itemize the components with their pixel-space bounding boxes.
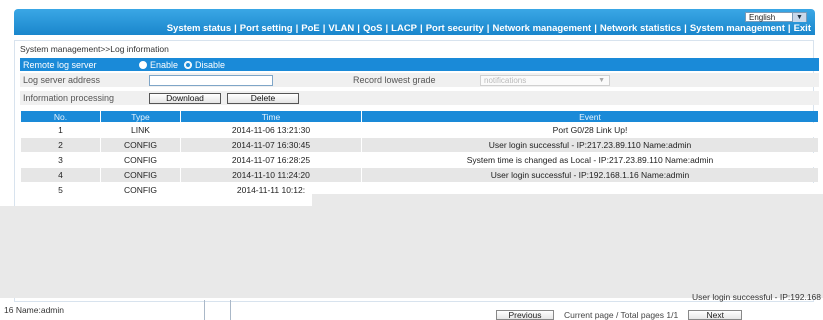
table-row: 3 CONFIG 2014-11-07 16:28:25 System time… <box>21 153 818 167</box>
cell-no: 2 <box>21 138 100 152</box>
language-select[interactable]: English ▼ <box>745 12 807 22</box>
nav-port-security[interactable]: Port security <box>426 23 484 34</box>
delete-button[interactable]: Delete <box>227 92 299 104</box>
cell-no: 5 <box>21 183 100 197</box>
remote-log-row: Remote log server Enable Disable <box>20 58 819 71</box>
nav-port-setting[interactable]: Port setting <box>240 23 293 34</box>
log-table: No. Type Time Event 1 LINK 2014-11-06 13… <box>20 110 819 198</box>
header-type: Type <box>101 111 180 122</box>
cell-no: 4 <box>21 168 100 182</box>
table-row: 4 CONFIG 2014-11-10 11:24:20 User login … <box>21 168 818 182</box>
cell-time: 2014-11-07 16:30:45 <box>181 138 361 152</box>
cell-type: CONFIG <box>101 168 180 182</box>
chevron-down-icon[interactable]: ▼ <box>792 13 806 22</box>
nav-vlan[interactable]: VLAN <box>328 23 354 34</box>
nav-network-statistics[interactable]: Network statistics <box>600 23 681 34</box>
table-row: 1 LINK 2014-11-06 13:21:30 Port G0/28 Li… <box>21 123 818 137</box>
top-header: English ▼ System status | Port setting | PoE… <box>14 9 815 35</box>
cell-no: 3 <box>21 153 100 167</box>
cell-event: User login successful - IP:217.23.89.110… <box>362 138 818 152</box>
header-event: Event <box>362 111 818 122</box>
nav-qos[interactable]: QoS <box>363 23 383 34</box>
breadcrumb: System management>>Log information <box>20 44 169 54</box>
enable-label: Enable <box>150 59 179 70</box>
cell-type: CONFIG <box>101 183 180 197</box>
cell-event: System time is changed as Local - IP:217… <box>362 153 818 167</box>
header-no: No. <box>21 111 100 122</box>
table-header-row: No. Type Time Event <box>21 111 818 122</box>
radio-checked-icon <box>139 60 147 69</box>
table-row: 2 CONFIG 2014-11-07 16:30:45 User login … <box>21 138 818 152</box>
record-grade-label: Record lowest grade <box>353 75 436 85</box>
radio-selected-icon <box>184 60 193 69</box>
log-server-label: Log server address <box>23 75 101 85</box>
remote-log-label: Remote log server <box>23 59 97 70</box>
next-button[interactable]: Next <box>688 310 743 320</box>
language-value: English <box>749 12 776 22</box>
disable-radio[interactable]: Disable <box>184 60 225 70</box>
cell-time: 2014-11-10 11:24:20 <box>181 168 361 182</box>
nav-poe[interactable]: PoE <box>301 23 319 34</box>
trailing-event-text: User login successful - IP:192.168 <box>692 292 821 302</box>
cell-type: CONFIG <box>101 138 180 152</box>
nav-system-management[interactable]: System management <box>690 23 785 34</box>
cell-type: CONFIG <box>101 153 180 167</box>
column-divider <box>204 300 205 320</box>
header-time: Time <box>181 111 361 122</box>
bottom-left-text: 16 Name:admin <box>4 305 65 315</box>
cell-event: Port G0/28 Link Up! <box>362 123 818 137</box>
cell-type: LINK <box>101 123 180 137</box>
column-divider <box>230 300 231 320</box>
nav-lacp[interactable]: LACP <box>391 23 417 34</box>
cell-time: 2014-11-06 13:21:30 <box>181 123 361 137</box>
enable-radio[interactable]: Enable <box>139 60 178 70</box>
nav-exit[interactable]: Exit <box>794 23 811 34</box>
nav-network-management[interactable]: Network management <box>492 23 591 34</box>
rendering-glitch-block <box>0 206 823 298</box>
log-server-input[interactable] <box>149 74 273 86</box>
download-button[interactable]: Download <box>149 92 221 104</box>
pagination: Previous Current page / Total pages 1/1 … <box>496 310 743 320</box>
nav-system-status[interactable]: System status <box>167 23 231 34</box>
info-processing-row: Information processing Download Delete <box>20 91 819 105</box>
previous-button[interactable]: Previous <box>496 310 554 320</box>
disable-label: Disable <box>195 59 226 70</box>
info-processing-label: Information processing <box>23 93 115 103</box>
cell-time: 2014-11-07 16:28:25 <box>181 153 361 167</box>
record-grade-select[interactable]: notifications ▼ <box>480 74 610 86</box>
chevron-down-icon: ▼ <box>598 76 605 84</box>
log-server-row: Log server address Record lowest grade n… <box>20 73 819 87</box>
cell-no: 1 <box>21 123 100 137</box>
record-grade-value: notifications <box>484 75 527 85</box>
page-status: Current page / Total pages 1/1 <box>564 310 679 320</box>
main-nav: System status | Port setting | PoE | VLAN | QoS |… <box>166 23 811 34</box>
cell-event: User login successful - IP:192.168.1.16 … <box>362 168 818 182</box>
